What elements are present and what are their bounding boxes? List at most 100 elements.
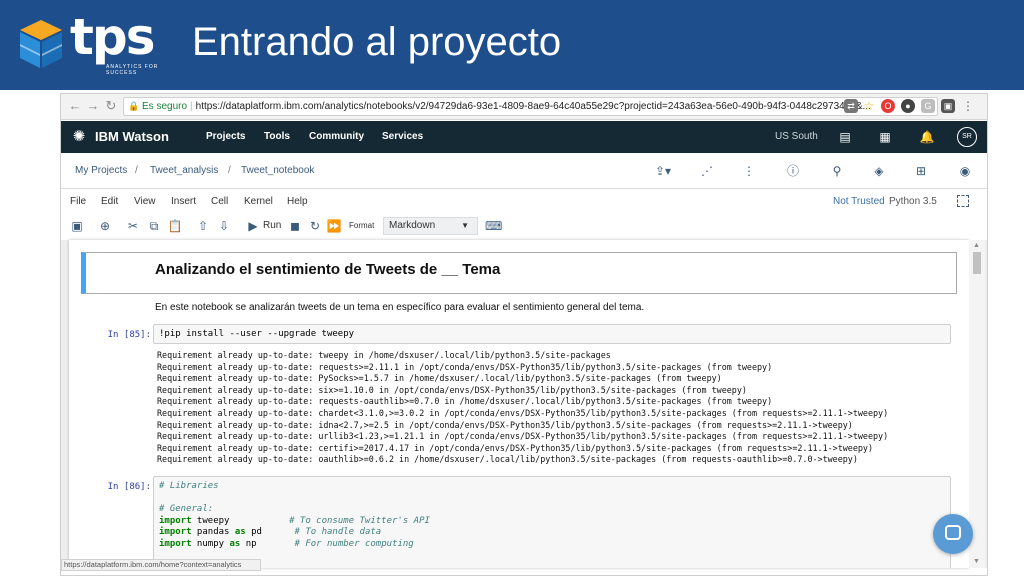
- watson-navbar: ✺ IBM Watson Projects Tools Community Se…: [61, 121, 987, 153]
- breadcrumb-my-projects[interactable]: My Projects: [75, 165, 127, 176]
- chevron-down-icon: ▼: [461, 221, 469, 230]
- avatar[interactable]: SR: [957, 127, 977, 147]
- menu-help[interactable]: Help: [287, 196, 308, 207]
- paste-icon[interactable]: 📋: [167, 218, 183, 234]
- cell-output: Requirement already up-to-date: tweepy i…: [157, 350, 957, 466]
- output-line: Requirement already up-to-date: requests…: [157, 396, 773, 407]
- menu-file[interactable]: File: [70, 196, 86, 207]
- code-cell-libraries[interactable]: # Libraries # General: import tweepy # To…: [153, 476, 951, 568]
- cut-icon[interactable]: ✂: [125, 218, 141, 234]
- grid-icon[interactable]: ⊞: [913, 163, 929, 179]
- chat-button[interactable]: [933, 514, 973, 554]
- vertical-scrollbar[interactable]: ▲ ▼: [969, 240, 985, 568]
- forward-icon[interactable]: →: [85, 98, 101, 114]
- logo-subtitle: ANALYTICS FOR SUCCESS: [106, 64, 159, 76]
- output-line: Requirement already up-to-date: certifi>…: [157, 442, 873, 453]
- stop-icon[interactable]: ◼: [287, 218, 303, 234]
- code-cell-pip[interactable]: !pip install --user --upgrade tweepy: [153, 324, 951, 344]
- output-line: Requirement already up-to-date: urllib3<…: [157, 431, 889, 442]
- browser-window: ← → ↻ 🔒 Es seguro | https://dataplatform.i…: [60, 93, 988, 576]
- menu-cell[interactable]: Cell: [211, 196, 228, 207]
- notification-bell-icon[interactable]: 🔔: [919, 129, 935, 145]
- back-icon[interactable]: ←: [67, 98, 83, 114]
- translate-icon[interactable]: ⇄: [844, 99, 858, 113]
- extension-icon[interactable]: ●: [901, 99, 915, 113]
- menu-kernel[interactable]: Kernel: [244, 196, 273, 207]
- palette-icon[interactable]: ◈: [871, 163, 887, 179]
- scroll-thumb[interactable]: [973, 252, 981, 274]
- output-line: Requirement already up-to-date: idna<2.7…: [157, 419, 853, 430]
- code-line: import pandas as pd # To handle data: [159, 527, 382, 537]
- nav-tools[interactable]: Tools: [264, 131, 290, 142]
- upload-icon[interactable]: ⇪▾: [651, 163, 675, 179]
- breadcrumb-tweet-analysis[interactable]: Tweet_analysis: [150, 165, 218, 176]
- share-icon[interactable]: ⋰: [699, 163, 715, 179]
- add-cell-icon[interactable]: ⊕: [97, 218, 113, 234]
- clip-extension-icon[interactable]: ▣: [941, 99, 955, 113]
- menu-edit[interactable]: Edit: [101, 196, 118, 207]
- grammar-extension-icon[interactable]: G: [921, 99, 935, 113]
- nav-community[interactable]: Community: [309, 131, 364, 142]
- bookmark-star-icon[interactable]: ☆: [862, 99, 876, 113]
- cube-icon: [20, 20, 62, 68]
- chat-bubble-icon: [945, 525, 961, 540]
- nav-services[interactable]: Services: [382, 131, 423, 142]
- fast-forward-icon[interactable]: ⏩: [326, 218, 342, 234]
- copy-icon[interactable]: ⧉: [146, 218, 162, 234]
- trust-status[interactable]: Not Trusted: [833, 196, 885, 207]
- breadcrumb-separator: /: [228, 165, 231, 176]
- cell-type-select[interactable]: Markdown ▼: [383, 217, 478, 235]
- find-data-icon[interactable]: ⚲: [829, 163, 845, 179]
- url-separator: |: [190, 101, 193, 112]
- notebook-area: Analizando el sentimiento de Tweets de _…: [61, 240, 987, 568]
- logo-wordmark: tps: [70, 8, 155, 66]
- notebook-paper: Analizando el sentimiento de Tweets de _…: [69, 240, 969, 568]
- save-icon[interactable]: ▣: [69, 218, 85, 234]
- scroll-up-icon[interactable]: ▲: [973, 242, 980, 249]
- code-line: import numpy as np # For number computin…: [159, 538, 414, 549]
- output-line: Requirement already up-to-date: requests…: [157, 361, 773, 372]
- info-icon[interactable]: ⓘ: [785, 163, 801, 179]
- secure-label: Es seguro: [142, 101, 188, 112]
- output-line: Requirement already up-to-date: chardet<…: [157, 407, 889, 418]
- region-selector[interactable]: US South: [775, 131, 818, 142]
- output-line: Requirement already up-to-date: PySocks>…: [157, 373, 722, 384]
- menu-view[interactable]: View: [134, 196, 156, 207]
- format-label: Format: [349, 221, 375, 230]
- menu-insert[interactable]: Insert: [171, 196, 196, 207]
- watson-brand[interactable]: IBM Watson: [95, 129, 169, 144]
- slide-title: Entrando al proyecto: [192, 20, 562, 64]
- code-comment: # Libraries: [159, 481, 219, 491]
- scroll-down-icon[interactable]: ▼: [973, 558, 980, 565]
- watson-logo-icon[interactable]: ✺: [69, 127, 89, 147]
- notebook-toolbar: ▣ ⊕ ✂ ⧉ 📋 ⇧ ⇩ ▶ Run ◼ ↻ ⏩ Format Markdow…: [61, 214, 987, 238]
- kernel-status-icon: [957, 195, 969, 207]
- reload-icon[interactable]: ↻: [103, 98, 119, 114]
- run-button[interactable]: Run: [263, 220, 281, 231]
- document-icon[interactable]: ▤: [837, 129, 853, 145]
- url-field[interactable]: 🔒 Es seguro | https://dataplatform.ibm.com…: [123, 97, 938, 116]
- dashboard-icon[interactable]: ▦: [877, 129, 893, 145]
- jupyter-menu-bar: File Edit View Insert Cell Kernel Help N…: [61, 190, 987, 212]
- compass-icon[interactable]: ◉: [957, 163, 973, 179]
- output-line: Requirement already up-to-date: tweepy i…: [157, 350, 611, 360]
- restart-icon[interactable]: ↻: [307, 218, 323, 234]
- code-line: !pip install --user --upgrade tweepy: [159, 329, 355, 339]
- code-comment: # General:: [159, 504, 214, 514]
- keyboard-icon[interactable]: ⌨: [485, 218, 502, 234]
- markdown-title: Analizando el sentimiento de Tweets de _…: [155, 261, 501, 278]
- cell-prompt: In [86]:: [107, 482, 151, 492]
- status-url: https://dataplatform.ibm.com/home?contex…: [61, 559, 261, 571]
- more-options-icon[interactable]: ⋮: [741, 163, 757, 179]
- opera-extension-icon[interactable]: O: [881, 99, 895, 113]
- output-line: Requirement already up-to-date: six>=1.1…: [157, 384, 747, 395]
- nav-projects[interactable]: Projects: [206, 131, 245, 142]
- menu-kebab-icon[interactable]: ⋮: [961, 99, 975, 113]
- run-icon[interactable]: ▶: [245, 218, 261, 234]
- breadcrumb: My Projects / Tweet_analysis / Tweet_not…: [61, 153, 987, 189]
- slide-header: tps ANALYTICS FOR SUCCESS Entrando al pr…: [0, 0, 1024, 90]
- breadcrumb-tweet-notebook: Tweet_notebook: [241, 165, 315, 176]
- cell-prompt: In [85]:: [107, 330, 151, 340]
- move-up-icon[interactable]: ⇧: [195, 218, 211, 234]
- move-down-icon[interactable]: ⇩: [216, 218, 232, 234]
